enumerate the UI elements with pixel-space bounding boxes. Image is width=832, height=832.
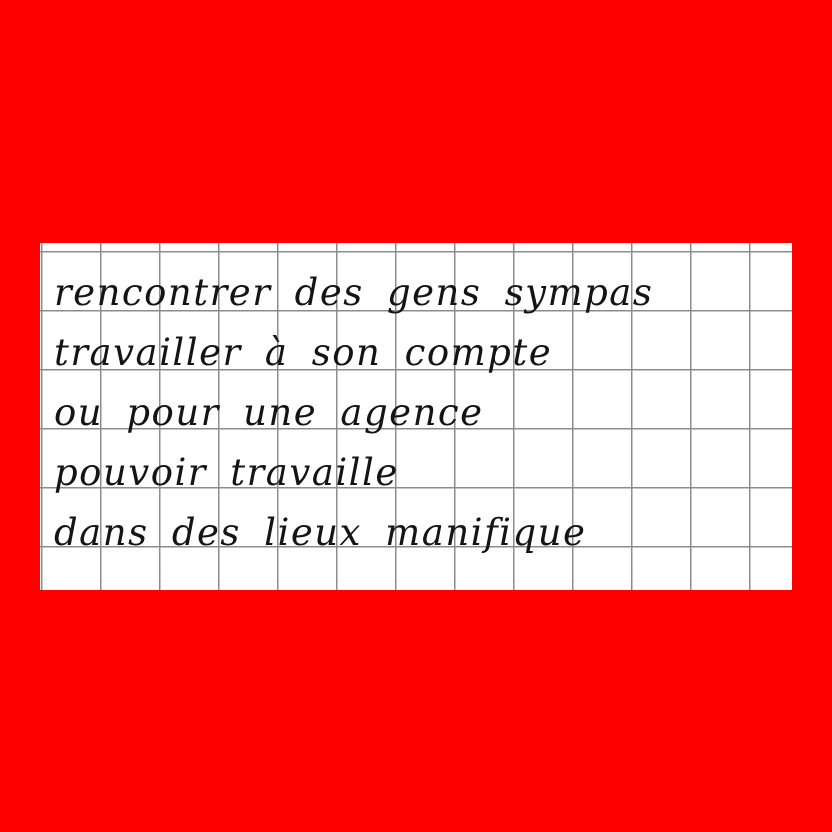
handwritten-text: rencontrer des gens sympas travailler à … <box>54 263 653 563</box>
handwritten-line: ou pour une agence <box>54 391 484 434</box>
handwritten-line: pouvoir travaille <box>54 451 399 494</box>
handwritten-line: dans des lieux manifique <box>54 511 587 554</box>
red-background: rencontrer des gens sympas travailler à … <box>0 0 832 832</box>
handwritten-line: travailler à son compte <box>54 331 553 374</box>
handwritten-line: rencontrer des gens sympas <box>54 271 654 314</box>
grid-paper-note: rencontrer des gens sympas travailler à … <box>40 243 792 590</box>
